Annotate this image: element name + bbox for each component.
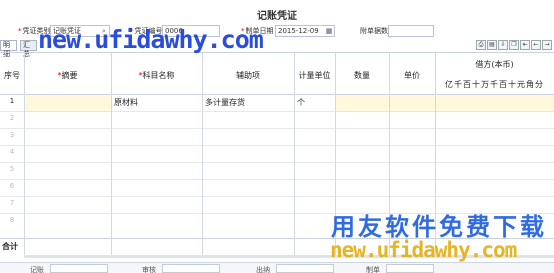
col-header-debit: 借方(本币): [475, 60, 514, 69]
unit-cell[interactable]: 个: [297, 97, 305, 108]
row-seq: 1: [9, 97, 15, 105]
col-header-summary: *摘要: [57, 71, 78, 80]
col-header-qty: 数量: [354, 71, 370, 80]
print-icon[interactable]: ⎙: [476, 40, 486, 50]
col-line: [202, 53, 203, 256]
total-label: 合计: [2, 242, 18, 251]
debit-digit-headers: 亿千百十万千百十元角分: [445, 80, 544, 89]
row-line: [0, 128, 554, 129]
col-line: [294, 53, 295, 256]
bookkeeper-field: [50, 264, 108, 273]
row-seq: 2: [9, 114, 15, 122]
row-line: [0, 196, 554, 197]
watermark-top-url: new.ufidawhy.com: [38, 25, 264, 54]
preparer-field: [386, 264, 434, 273]
col-header-aux: 辅助项: [236, 71, 260, 80]
footer-bar: 记账 审核 出纳 制单: [0, 262, 554, 273]
col-line: [24, 53, 25, 256]
cashier-field: [276, 264, 334, 273]
footer-label-auditor: 审核: [142, 266, 156, 273]
subject-cell[interactable]: 原材料: [114, 97, 138, 108]
tab-detail[interactable]: 明细: [0, 40, 17, 58]
col-header-unit: 计量单位: [298, 71, 331, 80]
date-field[interactable]: 2015-12-09 ▦: [275, 25, 335, 37]
watermark-slogan: 用友软件免费下载: [331, 213, 547, 241]
row-line: [0, 179, 554, 180]
tab-summary[interactable]: 汇总: [20, 40, 37, 58]
footer-label-preparer: 制单: [366, 266, 380, 273]
row-seq: 8: [9, 216, 15, 224]
row-seq: 4: [9, 148, 15, 156]
amount-cell-highlight[interactable]: [335, 94, 554, 111]
col-header-seq: 序号: [4, 71, 20, 80]
row-line: [0, 111, 554, 112]
watermark-bottom-url: new.ufidawhy.com: [330, 238, 517, 262]
prev-icon[interactable]: ←: [531, 40, 541, 50]
calendar-icon[interactable]: ▦: [325, 27, 333, 35]
row-seq: 5: [9, 165, 15, 173]
col-line: [111, 53, 112, 256]
row-line: [0, 162, 554, 163]
row-seq: 6: [9, 182, 15, 190]
first-icon[interactable]: ⇤: [520, 40, 530, 50]
attachments-label: 附单据数: [360, 27, 388, 35]
next-icon[interactable]: →: [542, 40, 552, 50]
attachments-field[interactable]: [388, 25, 434, 37]
toolbar: ⎙ ▤ ⇩ ❐ ⇤ ← →: [476, 40, 552, 51]
footer-label-bookkeeper: 记账: [30, 266, 44, 273]
header-bottom-line: [0, 94, 554, 95]
footer-label-cashier: 出纳: [256, 266, 270, 273]
row-line: [0, 145, 554, 146]
aux-cell[interactable]: 多计量存货: [205, 97, 245, 108]
row-seq: 3: [9, 131, 15, 139]
copy-icon[interactable]: ❐: [509, 40, 519, 50]
date-value: 2015-12-09: [278, 27, 319, 35]
preview-icon[interactable]: ▤: [487, 40, 497, 50]
col-header-price: 单价: [404, 71, 420, 80]
col-header-subject: *科目名称: [138, 71, 175, 80]
summary-cell-highlight[interactable]: [24, 94, 111, 111]
voucher-title: 记账凭证: [257, 11, 297, 22]
row-seq: 7: [9, 199, 15, 207]
auditor-field: [162, 264, 220, 273]
export-icon[interactable]: ⇩: [498, 40, 508, 50]
